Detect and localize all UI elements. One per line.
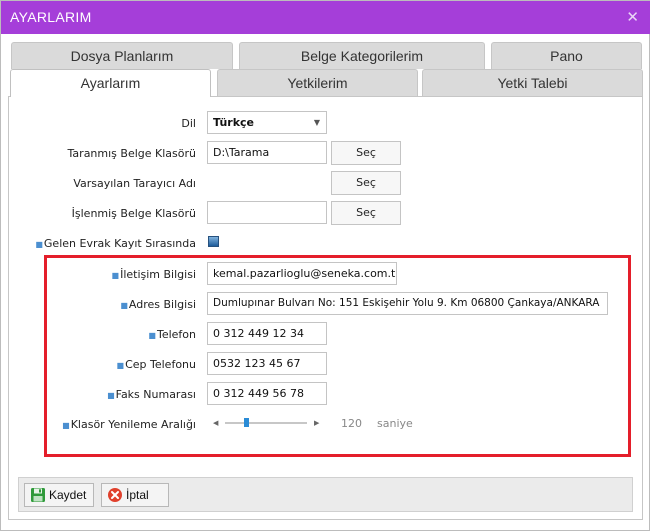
refresh-label-text: Klasör Yenileme Aralığı — [70, 418, 196, 431]
slider-right-arrow-icon[interactable]: ▶ — [314, 419, 319, 427]
save-button[interactable]: Kaydet — [24, 483, 94, 507]
default-scanner-label: Varsayılan Tarayıcı Adı — [73, 177, 196, 190]
fax-label: ■Faks Numarası — [107, 388, 196, 401]
incoming-order-label: ■Gelen Evrak Kayıt Sırasında — [35, 237, 196, 250]
scanned-folder-field[interactable]: D:\Tarama — [207, 141, 327, 164]
action-bar: Kaydet İptal — [18, 477, 633, 512]
bullet-icon: ■ — [62, 420, 70, 430]
dropdown-arrow-icon: ▼ — [313, 118, 320, 127]
address-field[interactable]: Dumlupınar Bulvarı No: 151 Eskişehir Yol… — [207, 292, 608, 315]
tab-pano[interactable]: Pano — [491, 42, 642, 69]
processed-folder-label: İşlenmiş Belge Klasörü — [71, 207, 196, 220]
bullet-icon: ■ — [116, 360, 125, 370]
phone-label: ■Telefon — [148, 328, 196, 341]
save-button-label: Kaydet — [49, 488, 87, 502]
mobile-field[interactable]: 0532 123 45 67 — [207, 352, 327, 375]
refresh-label: ■Klasör Yenileme Aralığı — [62, 418, 196, 431]
refresh-slider-track[interactable] — [225, 422, 307, 424]
bullet-icon: ■ — [107, 390, 115, 400]
phone-label-text: Telefon — [156, 328, 196, 341]
mobile-label-text: Cep Telefonu — [125, 358, 196, 371]
fax-field[interactable]: 0 312 449 56 78 — [207, 382, 327, 405]
default-scanner-select-button[interactable]: Seç — [331, 171, 401, 195]
processed-folder-field[interactable] — [207, 201, 327, 224]
tab-yetki-talebi[interactable]: Yetki Talebi — [422, 69, 643, 96]
phone-field[interactable]: 0 312 449 12 34 — [207, 322, 327, 345]
refresh-slider-thumb[interactable] — [243, 418, 249, 427]
bullet-icon: ■ — [120, 300, 128, 310]
address-label: ■Adres Bilgisi — [120, 298, 196, 311]
refresh-unit: saniye — [377, 417, 413, 430]
incoming-order-text: Gelen Evrak Kayıt Sırasında — [43, 237, 196, 250]
fax-label-text: Faks Numarası — [115, 388, 196, 401]
title-bar: AYARLARIM ✕ — [1, 1, 650, 34]
scanned-folder-select-button[interactable]: Seç — [331, 141, 401, 165]
tab-dosya-planlarim[interactable]: Dosya Planlarım — [11, 42, 233, 69]
language-value: Türkçe — [213, 116, 255, 129]
contact-field[interactable]: kemal.pazarlioglu@seneka.com.tr — [207, 262, 397, 285]
bullet-icon: ■ — [111, 270, 120, 280]
window-title: AYARLARIM — [10, 9, 92, 25]
close-icon[interactable]: ✕ — [626, 8, 639, 26]
language-label: Dil — [181, 117, 196, 130]
cancel-button-label: İptal — [126, 488, 149, 502]
refresh-value: 120 — [341, 417, 362, 430]
incoming-order-checkbox[interactable] — [208, 236, 219, 247]
tab-belge-kategorilerim[interactable]: Belge Kategorilerim — [239, 42, 485, 69]
contact-label: ■İletişim Bilgisi — [112, 268, 196, 281]
floppy-disk-icon — [31, 488, 45, 502]
cancel-button[interactable]: İptal — [101, 483, 169, 507]
slider-left-arrow-icon[interactable]: ◀ — [213, 419, 218, 427]
bullet-icon: ■ — [35, 239, 43, 249]
settings-window: AYARLARIM ✕ Dosya Planlarım Belge Katego… — [0, 0, 650, 531]
mobile-label: ■Cep Telefonu — [117, 358, 196, 371]
bullet-icon: ■ — [148, 330, 156, 340]
tab-yetkilerim[interactable]: Yetkilerim — [217, 69, 418, 96]
scanned-folder-label: Taranmış Belge Klasörü — [67, 147, 196, 160]
processed-folder-select-button[interactable]: Seç — [331, 201, 401, 225]
cancel-circle-icon — [108, 488, 122, 502]
address-label-text: Adres Bilgisi — [128, 298, 196, 311]
language-select[interactable]: Türkçe ▼ — [207, 111, 327, 134]
tab-ayarlarim[interactable]: Ayarlarım — [10, 69, 211, 97]
contact-label-text: İletişim Bilgisi — [120, 268, 196, 281]
